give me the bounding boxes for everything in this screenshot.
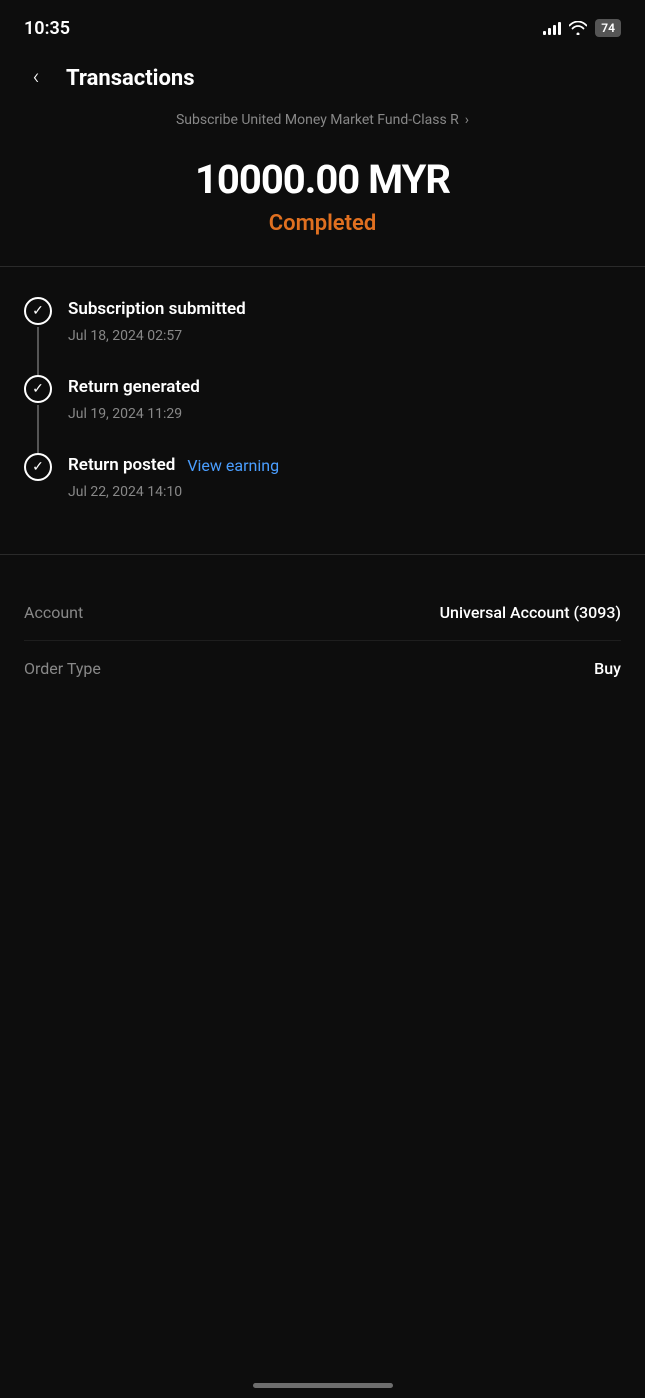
info-section: Account Universal Account (3093) Order T… [0, 575, 645, 706]
timeline-item-1: ✓ Subscription submitted Jul 18, 2024 02… [24, 297, 621, 375]
battery-indicator: 74 [595, 19, 621, 37]
checkmark-icon-2: ✓ [32, 382, 44, 396]
account-label: Account [24, 603, 83, 622]
back-chevron-icon: ‹ [33, 67, 40, 89]
status-badge: Completed [20, 211, 625, 236]
timeline-title-1: Subscription submitted [68, 299, 246, 319]
order-type-label: Order Type [24, 659, 101, 678]
timeline-title-3: Return posted [68, 455, 175, 475]
back-button[interactable]: ‹ [20, 62, 52, 94]
status-icons: 74 [543, 19, 621, 37]
timeline-circle-3: ✓ [24, 453, 52, 481]
timeline-title-2: Return generated [68, 377, 200, 397]
timeline-date-2: Jul 19, 2024 11:29 [68, 406, 182, 422]
status-bar: 10:35 74 [0, 0, 645, 52]
checkmark-icon-1: ✓ [32, 304, 44, 318]
wifi-icon [569, 21, 587, 35]
timeline-item-3: ✓ Return posted View earning Jul 22, 202… [24, 453, 621, 524]
amount-section: 10000.00 MYR Completed [0, 136, 645, 246]
battery-level: 74 [601, 21, 615, 35]
divider [0, 266, 645, 267]
timeline-circle-1: ✓ [24, 297, 52, 325]
timeline-line-1 [37, 327, 39, 375]
home-indicator [253, 1383, 393, 1388]
timeline-date-1: Jul 18, 2024 02:57 [68, 328, 182, 344]
timeline-date-3: Jul 22, 2024 14:10 [68, 484, 182, 500]
signal-icon [543, 21, 561, 35]
timeline-line-2 [37, 405, 39, 453]
info-row-order-type: Order Type Buy [24, 641, 621, 696]
page-title: Transactions [66, 66, 195, 91]
divider-2 [0, 554, 645, 555]
breadcrumb[interactable]: Subscribe United Money Market Fund-Class… [0, 104, 645, 136]
checkmark-icon-3: ✓ [32, 460, 44, 474]
breadcrumb-arrow-icon: › [465, 112, 469, 128]
timeline-circle-2: ✓ [24, 375, 52, 403]
breadcrumb-text: Subscribe United Money Market Fund-Class… [176, 112, 459, 128]
header: ‹ Transactions [0, 52, 645, 104]
amount-value: 10000.00 MYR [20, 156, 625, 203]
timeline-item-2: ✓ Return generated Jul 19, 2024 11:29 [24, 375, 621, 453]
account-value: Universal Account (3093) [440, 603, 621, 622]
info-row-account: Account Universal Account (3093) [24, 585, 621, 641]
view-earning-link[interactable]: View earning [187, 456, 279, 475]
order-type-value: Buy [594, 659, 621, 678]
timeline: ✓ Subscription submitted Jul 18, 2024 02… [0, 287, 645, 534]
status-time: 10:35 [24, 18, 70, 39]
